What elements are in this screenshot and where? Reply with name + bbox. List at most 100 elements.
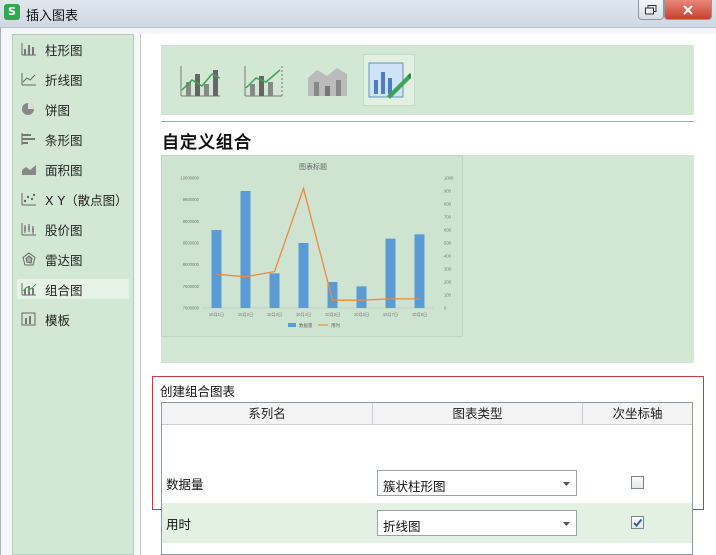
header-secondary-axis: 次坐标轴 bbox=[612, 406, 663, 421]
y2-tick-label: 1000 bbox=[444, 176, 454, 181]
section-divider bbox=[161, 121, 694, 122]
pie-chart-icon bbox=[22, 103, 34, 115]
y-tick-label: 9000000 bbox=[183, 219, 200, 224]
section-title: 自定义组合 bbox=[162, 133, 252, 153]
sidebar-item-label: 面积图 bbox=[45, 162, 83, 178]
sidebar-item-area[interactable]: 面积图 bbox=[17, 159, 129, 179]
subtype-stacked-area-column[interactable] bbox=[301, 54, 353, 106]
combo-section-label: 创建组合图表 bbox=[160, 384, 236, 399]
restore-icon bbox=[645, 4, 657, 14]
x-tick-label: 10月6日 bbox=[354, 312, 369, 318]
title-bar: S 插入图表 bbox=[0, 0, 716, 28]
custom-combo-icon bbox=[368, 62, 411, 99]
series-name: 用时 bbox=[166, 517, 192, 532]
table-row: 数据量 簇状柱形图 bbox=[162, 463, 692, 503]
sidebar-item-stock[interactable]: 股价图 bbox=[17, 219, 129, 239]
sidebar-item-combo[interactable]: 组合图 bbox=[17, 279, 129, 299]
sidebar-item-label: 股价图 bbox=[45, 222, 83, 238]
area-chart-icon bbox=[22, 165, 36, 175]
y2-tick-label: 200 bbox=[444, 280, 452, 285]
column-line-secondary-axis-icon bbox=[244, 66, 283, 97]
bar bbox=[240, 191, 251, 308]
header-series-name: 系列名 bbox=[248, 406, 286, 421]
combo-chart-icon bbox=[21, 283, 37, 296]
chart-type-value: 簇状柱形图 bbox=[383, 479, 446, 494]
stacked-area-column-icon bbox=[308, 68, 347, 96]
sidebar-item-label: X Y（散点图） bbox=[45, 192, 128, 208]
subtype-custom-combo[interactable] bbox=[363, 54, 415, 106]
chart-type-sidebar: 柱形图 折线图 饼图 条形图 面积图 X Y（散点图） 股价图 雷达图 组合图 … bbox=[12, 34, 134, 555]
y2-tick-label: 300 bbox=[444, 267, 452, 272]
chart-title: 图表标题 bbox=[299, 162, 327, 171]
subtype-column-line-secondary[interactable] bbox=[238, 54, 290, 106]
sidebar-item-template[interactable]: 模板 bbox=[17, 309, 129, 329]
bar bbox=[414, 234, 425, 308]
series-name: 数据量 bbox=[166, 477, 204, 492]
chart-type-select[interactable]: 簇状柱形图 bbox=[377, 470, 577, 496]
y-tick-label: 8000000 bbox=[183, 262, 200, 267]
line-chart-icon bbox=[21, 73, 36, 86]
x-tick-label: 10月1日 bbox=[209, 312, 224, 318]
y2-tick-label: 700 bbox=[444, 215, 452, 220]
x-tick-label: 10月5日 bbox=[325, 312, 340, 318]
y2-tick-label: 500 bbox=[444, 241, 452, 246]
header-chart-type: 图表类型 bbox=[452, 406, 503, 421]
x-tick-label: 10月2日 bbox=[238, 312, 253, 318]
window-title: 插入图表 bbox=[26, 9, 79, 24]
legend-swatch-bar bbox=[288, 323, 296, 327]
legend-label: 数据量 bbox=[299, 322, 313, 329]
bar bbox=[211, 230, 222, 308]
bar bbox=[269, 273, 280, 308]
radar-chart-icon bbox=[22, 252, 36, 266]
sidebar-item-line[interactable]: 折线图 bbox=[17, 69, 129, 89]
sidebar-item-label: 折线图 bbox=[45, 72, 83, 88]
sidebar-item-label: 柱形图 bbox=[45, 42, 83, 58]
y-tick-label: 10000000 bbox=[180, 176, 199, 181]
chart-preview: 图表标题 7000000 7500000 8000000 8500000 9000000 9… bbox=[180, 162, 454, 329]
y-tick-label: 8500000 bbox=[183, 241, 200, 246]
checkmark-icon bbox=[633, 518, 643, 527]
x-tick-label: 10月4日 bbox=[296, 312, 311, 318]
template-icon bbox=[21, 312, 36, 326]
y-tick-label: 9500000 bbox=[183, 197, 200, 202]
sidebar-item-radar[interactable]: 雷达图 bbox=[17, 249, 129, 269]
x-tick-label: 10月8日 bbox=[412, 312, 427, 318]
y-tick-label: 7500000 bbox=[183, 284, 200, 289]
sidebar-item-label: 组合图 bbox=[45, 282, 83, 298]
legend-label: 用时 bbox=[331, 322, 340, 329]
bar-chart-icon bbox=[21, 133, 35, 145]
bar bbox=[385, 238, 396, 308]
chart-type-value: 折线图 bbox=[383, 519, 421, 534]
scatter-chart-icon bbox=[21, 193, 36, 206]
sidebar-item-label: 模板 bbox=[45, 312, 71, 328]
main-panel: 自定义组合 图表标题 7000000 7500000 8000000 8500000 90… bbox=[140, 34, 716, 555]
sidebar-item-label: 饼图 bbox=[45, 102, 71, 118]
sidebar-item-label: 雷达图 bbox=[45, 252, 83, 268]
subtype-clustered-column-line[interactable] bbox=[174, 54, 226, 106]
y2-tick-label: 900 bbox=[444, 189, 452, 194]
close-icon bbox=[683, 4, 693, 15]
sidebar-item-column[interactable]: 柱形图 bbox=[17, 39, 129, 59]
sidebar-item-pie[interactable]: 饼图 bbox=[17, 99, 129, 119]
column-chart-icon bbox=[21, 43, 36, 56]
secondary-axis-checkbox[interactable] bbox=[631, 476, 644, 489]
sidebar-item-scatter[interactable]: X Y（散点图） bbox=[17, 189, 129, 209]
chevron-down-icon bbox=[563, 522, 570, 526]
clustered-column-line-icon bbox=[180, 66, 221, 97]
y2-tick-label: 0 bbox=[444, 306, 447, 311]
bar bbox=[298, 243, 309, 308]
y2-tick-label: 800 bbox=[444, 202, 452, 207]
sidebar-item-bar[interactable]: 条形图 bbox=[17, 129, 129, 149]
secondary-axis-checkbox[interactable] bbox=[631, 516, 644, 529]
app-logo-icon: S bbox=[4, 4, 20, 20]
chart-type-select[interactable]: 折线图 bbox=[377, 510, 577, 536]
stock-chart-icon bbox=[21, 223, 36, 236]
restore-button[interactable] bbox=[638, 0, 664, 20]
sidebar-item-label: 条形图 bbox=[45, 132, 83, 148]
y-tick-label: 7000000 bbox=[183, 306, 200, 311]
combo-subtype-strip bbox=[161, 45, 694, 115]
x-tick-label: 10月3日 bbox=[267, 312, 282, 318]
chart-preview-area: 图表标题 7000000 7500000 8000000 8500000 9000000 9… bbox=[161, 155, 694, 363]
close-button[interactable] bbox=[664, 0, 712, 20]
chevron-down-icon bbox=[563, 482, 570, 486]
